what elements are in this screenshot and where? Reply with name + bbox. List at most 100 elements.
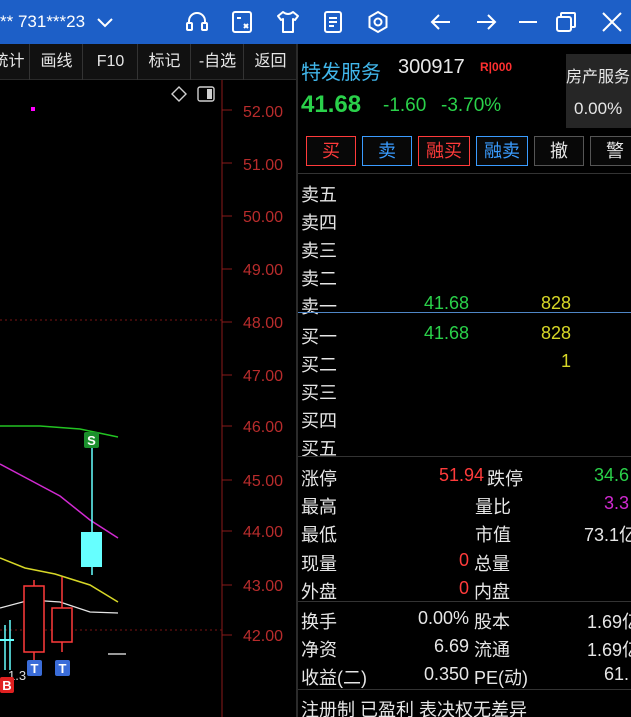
- price-tick: 45.00: [243, 473, 283, 490]
- price-tick: 43.00: [243, 578, 283, 595]
- bid-3-label: 买三: [301, 383, 337, 403]
- current-volume-label: 现量: [301, 554, 337, 574]
- sell-button[interactable]: 卖: [362, 136, 412, 166]
- volume-ratio-label: 量比: [475, 497, 511, 517]
- price-axis-labels: 52.00 51.00 50.00 49.00 48.00 47.00 46.0…: [243, 104, 283, 645]
- volume-ratio-value: 3.3: [604, 493, 630, 513]
- net-asset-label: 净资: [301, 640, 337, 660]
- eps-label: 收益(二): [301, 668, 367, 688]
- close-icon[interactable]: [598, 8, 626, 36]
- t-marker-label: T: [59, 661, 67, 676]
- toolbar-back-button[interactable]: 返回: [245, 44, 296, 80]
- net-asset-value: 6.69: [433, 636, 469, 656]
- eps-value: 0.350: [423, 664, 469, 684]
- price-tick: 46.00: [243, 419, 283, 436]
- minimize-icon[interactable]: [514, 8, 542, 36]
- turnover-label: 换手: [301, 612, 337, 632]
- market-cap-label: 市值: [475, 525, 511, 545]
- stock-flag-badge: R|000: [480, 60, 513, 74]
- margin-sell-button[interactable]: 融卖: [476, 136, 528, 166]
- bid-1-volume: 828: [540, 323, 571, 343]
- toolbar-draw-button[interactable]: 画线: [31, 44, 83, 80]
- kline-chart[interactable]: 52.00 51.00 50.00 49.00 48.00 47.00 46.0…: [0, 80, 296, 717]
- market-cap-value: 73.1亿: [584, 525, 631, 545]
- price-change: -1.60: [383, 95, 427, 116]
- ask-4-label: 卖四: [301, 213, 337, 233]
- signal-dot: [31, 107, 35, 111]
- forward-arrow-icon[interactable]: [472, 8, 500, 36]
- ma-line-magenta: [0, 463, 119, 539]
- book-divider: [298, 312, 631, 313]
- ask-3-label: 卖三: [301, 241, 337, 261]
- bid-4-label: 买四: [301, 411, 337, 431]
- toolbar-watchlist-button[interactable]: -自选: [192, 44, 244, 80]
- price-tick: 47.00: [243, 368, 283, 385]
- limit-up-label: 涨停: [301, 469, 337, 489]
- price-change-pct: -3.70%: [441, 95, 502, 116]
- sell-marker-label: S: [87, 433, 96, 448]
- price-tick: 49.00: [243, 262, 283, 279]
- ma-line-green: [0, 425, 119, 438]
- price-tick: 42.00: [243, 628, 283, 645]
- total-volume-label: 总量: [474, 554, 510, 574]
- price-tick: 48.00: [243, 315, 283, 332]
- buy-button[interactable]: 买: [306, 136, 356, 166]
- settings-icon[interactable]: [364, 8, 392, 36]
- listing-status-text: 注册制 已盈利 表决权无差异: [301, 700, 528, 717]
- ask-5-label: 卖五: [301, 185, 337, 205]
- limit-down-value: 34.6: [594, 465, 630, 485]
- sector-box[interactable]: 房产服务 0.00%: [566, 54, 631, 128]
- float-value: 1.69亿: [587, 640, 631, 660]
- quote-panel: 特发服务 300917 R|000 41.68 -1.60 -3.70% 房产服…: [298, 44, 631, 717]
- bid-1-price[interactable]: 41.68: [424, 323, 469, 344]
- ask-2-label: 卖二: [301, 269, 337, 289]
- chart-toolbar: 统计 画线 F10 标记 -自选 返回: [0, 44, 296, 80]
- sector-pct: 0.00%: [574, 99, 623, 118]
- back-arrow-icon[interactable]: [427, 8, 455, 36]
- last-price: 41.68: [301, 91, 362, 118]
- bid-2-label: 买二: [301, 355, 337, 375]
- account-selector[interactable]: ** 731***23: [0, 0, 114, 44]
- cancel-order-button[interactable]: 撤: [534, 136, 584, 166]
- ask-1-label: 卖一: [301, 297, 337, 317]
- bid-1-label: 买一: [301, 327, 337, 347]
- equity-value: 1.69亿: [587, 612, 631, 632]
- shirt-icon[interactable]: [274, 8, 302, 36]
- calculator-icon[interactable]: [228, 8, 256, 36]
- low-label: 最低: [301, 525, 337, 545]
- float-label: 流通: [474, 640, 510, 660]
- chevron-down-icon: [97, 17, 113, 27]
- limit-up-value: 51.94: [438, 465, 484, 485]
- turnover-value: 0.00%: [417, 608, 469, 628]
- ask-1-price[interactable]: 41.68: [424, 293, 469, 314]
- price-tick: 44.00: [243, 524, 283, 541]
- stock-code: 300917: [398, 56, 465, 78]
- current-volume-value: 0: [458, 550, 469, 570]
- pe-value: 61.: [604, 664, 630, 684]
- bid-2-volume: 1: [560, 351, 571, 371]
- price-tick: 51.00: [243, 157, 283, 174]
- restore-icon[interactable]: [552, 8, 580, 36]
- high-label: 最高: [301, 497, 337, 517]
- buy-marker-label: B: [2, 678, 11, 693]
- pe-label: PE(动): [474, 668, 528, 688]
- toolbar-f10-button[interactable]: F10: [84, 44, 138, 80]
- equity-label: 股本: [474, 612, 510, 632]
- headset-icon[interactable]: [183, 8, 211, 36]
- account-label: ** 731***23: [0, 12, 86, 31]
- diamond-icon[interactable]: [171, 86, 187, 102]
- notes-icon[interactable]: [319, 8, 347, 36]
- price-tick: 52.00: [243, 104, 283, 121]
- toolbar-mark-button[interactable]: 标记: [139, 44, 191, 80]
- outer-disk-value: 0: [458, 578, 469, 598]
- margin-buy-button[interactable]: 融买: [418, 136, 470, 166]
- candlesticks: [0, 442, 126, 670]
- alert-button[interactable]: 警: [590, 136, 631, 166]
- toolbar-stats-button[interactable]: 统计: [0, 44, 30, 80]
- stock-name[interactable]: 特发服务: [301, 56, 381, 85]
- limit-down-label: 跌停: [487, 469, 523, 489]
- ask-1-volume: 828: [540, 293, 571, 313]
- t-marker-label: T: [31, 661, 39, 676]
- sector-name: 房产服务: [566, 69, 631, 86]
- kline-svg[interactable]: 52.00 51.00 50.00 49.00 48.00 47.00 46.0…: [0, 80, 296, 717]
